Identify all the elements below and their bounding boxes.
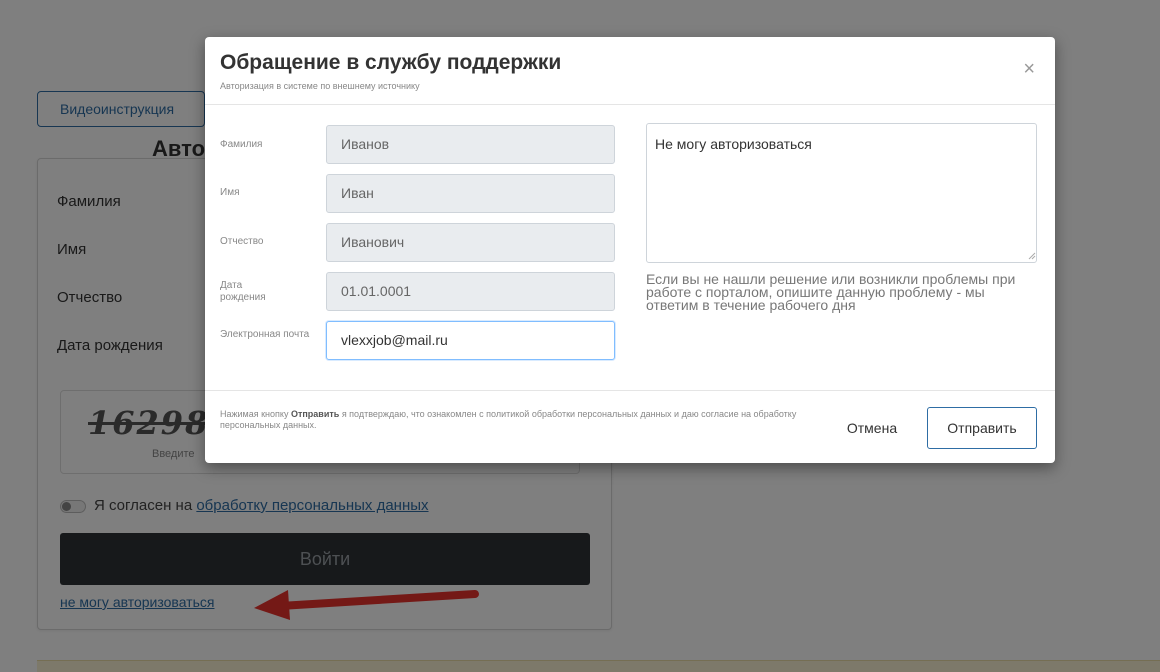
send-button[interactable]: Отправить: [927, 407, 1037, 449]
patronymic-field: Иванович: [326, 223, 615, 262]
modal-title: Обращение в службу поддержки: [220, 51, 562, 74]
patronymic-field-label: Отчество: [220, 236, 264, 247]
cancel-button[interactable]: Отмена: [830, 408, 914, 448]
support-modal: Обращение в службу поддержки Авторизация…: [205, 37, 1055, 463]
name-field-label: Имя: [220, 187, 240, 198]
modal-subtitle: Авторизация в системе по внешнему источн…: [220, 81, 420, 91]
message-textarea[interactable]: Не могу авторизоваться: [646, 123, 1037, 263]
birthdate-field: 01.01.0001: [326, 272, 615, 311]
email-field[interactable]: vlexxjob@mail.ru: [326, 321, 615, 360]
close-icon[interactable]: ×: [1023, 59, 1035, 79]
surname-field: Иванов: [326, 125, 615, 164]
birthdate-field-label: Дата рождения: [220, 280, 266, 303]
resize-grip-icon[interactable]: [1027, 251, 1036, 260]
help-text: Если вы не нашли решение или возникли пр…: [646, 271, 1016, 313]
surname-field-label: Фамилия: [220, 139, 263, 150]
consent-note: Нажимая кнопку Отправить я подтверждаю, …: [220, 409, 800, 431]
consent-note-bold: Отправить: [290, 409, 340, 419]
consent-note-prefix: Нажимая кнопку: [220, 409, 291, 419]
modal-header: Обращение в службу поддержки Авторизация…: [205, 37, 1055, 105]
name-field: Иван: [326, 174, 615, 213]
email-field-label: Электронная почта: [220, 329, 310, 340]
